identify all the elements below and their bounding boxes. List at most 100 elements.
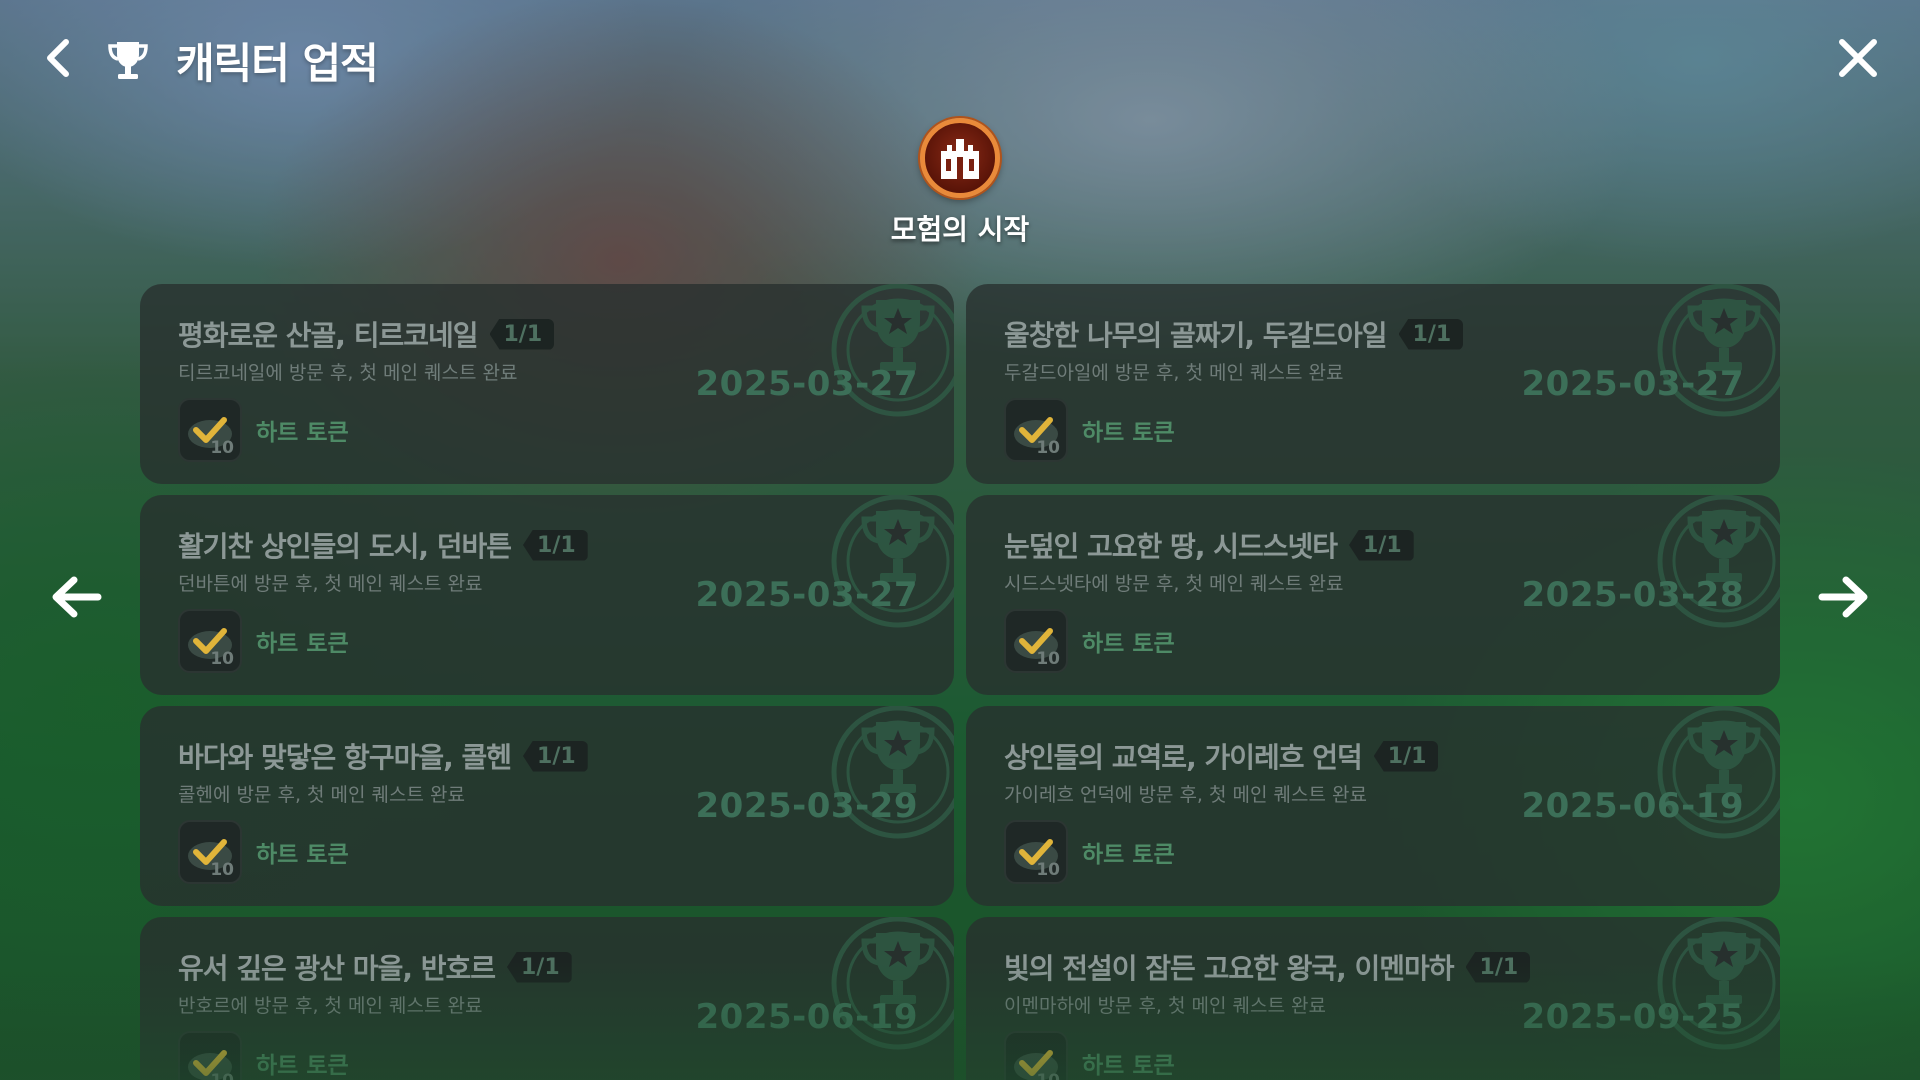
achievement-card[interactable]: 상인들의 교역로, 가이레흐 언덕 1/1 가이레흐 언덕에 방문 후, 첫 메인 …: [966, 706, 1780, 906]
trophy-watermark-icon: [818, 284, 954, 428]
achievement-date: 2025-03-29: [695, 786, 918, 826]
achievement-progress: 1/1: [1349, 529, 1414, 561]
trophy-watermark-icon: [1644, 284, 1780, 428]
achievement-card[interactable]: 눈덮인 고요한 땅, 시드스넷타 1/1 시드스넷타에 방문 후, 첫 메인 퀘스트…: [966, 495, 1780, 695]
reward-quantity: 10: [1036, 649, 1060, 669]
back-button[interactable]: [38, 36, 78, 80]
page-title: 캐릭터 업적: [176, 39, 379, 88]
castle-icon: [941, 139, 979, 179]
achievement-description: 티르코네일에 방문 후, 첫 메인 퀘스트 완료: [178, 362, 518, 384]
achievement-progress: 1/1: [507, 951, 572, 983]
arrow-right-icon: [1818, 576, 1868, 618]
reward-quantity: 10: [1036, 860, 1060, 880]
reward-quantity: 10: [1036, 438, 1060, 458]
heart-token-icon: 10: [1004, 398, 1068, 462]
achievement-reward: 10 하트 토큰: [178, 609, 349, 673]
next-category-button[interactable]: [1816, 572, 1872, 622]
achievement-reward: 10 하트 토큰: [1004, 609, 1175, 673]
reward-name: 하트 토큰: [1082, 420, 1175, 446]
heart-token-icon: 10: [178, 609, 242, 673]
achievement-title: 눈덮인 고요한 땅, 시드스넷타: [1004, 530, 1338, 563]
achievement-title: 상인들의 교역로, 가이레흐 언덕: [1004, 741, 1363, 774]
heart-token-icon: 10: [178, 820, 242, 884]
achievement-reward: 10 하트 토큰: [1004, 398, 1175, 462]
heart-token-icon: 10: [1004, 1031, 1068, 1080]
achievement-progress: 1/1: [523, 529, 588, 561]
trophy-watermark-icon: [818, 917, 954, 1061]
reward-name: 하트 토큰: [256, 420, 349, 446]
achievement-description: 던바튼에 방문 후, 첫 메인 퀘스트 완료: [178, 573, 483, 595]
chevron-left-icon: [47, 39, 69, 77]
achievement-title: 빛의 전설이 잠든 고요한 왕국, 이멘마하: [1004, 952, 1455, 985]
reward-name: 하트 토큰: [256, 631, 349, 657]
trophy-watermark-icon: [1644, 706, 1780, 850]
achievement-description: 이멘마하에 방문 후, 첫 메인 퀘스트 완료: [1004, 995, 1326, 1017]
reward-name: 하트 토큰: [256, 842, 349, 868]
heart-token-icon: 10: [1004, 609, 1068, 673]
achievement-card[interactable]: 빛의 전설이 잠든 고요한 왕국, 이멘마하 1/1 이멘마하에 방문 후, 첫 메…: [966, 917, 1780, 1080]
top-bar: 캐릭터 업적: [0, 0, 1920, 120]
category-name: 모험의 시작: [890, 213, 1030, 246]
achievement-description: 콜헨에 방문 후, 첫 메인 퀘스트 완료: [178, 784, 465, 806]
reward-quantity: 10: [210, 649, 234, 669]
achievement-reward: 10 하트 토큰: [1004, 1031, 1175, 1080]
achievement-card[interactable]: 울창한 나무의 골짜기, 두갈드아일 1/1 두갈드아일에 방문 후, 첫 메인 퀘…: [966, 284, 1780, 484]
achievement-progress: 1/1: [1373, 740, 1439, 772]
achievement-reward: 10 하트 토큰: [1004, 820, 1175, 884]
achievement-date: 2025-06-19: [695, 997, 918, 1037]
achievement-card[interactable]: 유서 깊은 광산 마을, 반호르 1/1 반호르에 방문 후, 첫 메인 퀘스트 완…: [140, 917, 954, 1080]
achievement-progress: 1/1: [1465, 951, 1531, 983]
achievement-title-row: 평화로운 산골, 티르코네일 1/1: [178, 314, 555, 354]
achievement-progress: 1/1: [1398, 318, 1464, 350]
achievement-card[interactable]: 활기찬 상인들의 도시, 던바튼 1/1 던바튼에 방문 후, 첫 메인 퀘스트 완…: [140, 495, 954, 695]
reward-quantity: 10: [210, 438, 234, 458]
achievement-title: 울창한 나무의 골짜기, 두갈드아일: [1004, 319, 1388, 352]
reward-quantity: 10: [210, 1071, 234, 1080]
reward-name: 하트 토큰: [1082, 1053, 1175, 1079]
achievement-progress: 1/1: [523, 740, 588, 772]
achievement-title-row: 유서 깊은 광산 마을, 반호르 1/1: [178, 947, 572, 987]
arrow-left-icon: [52, 576, 102, 618]
achievement-progress: 1/1: [489, 318, 555, 350]
category-header: 모험의 시작: [0, 118, 1920, 248]
reward-quantity: 10: [1036, 1071, 1060, 1080]
close-button[interactable]: [1834, 34, 1882, 82]
achievement-title-row: 바다와 맞닿은 항구마을, 콜헨 1/1: [178, 736, 588, 776]
trophy-watermark-icon: [818, 495, 954, 639]
achievement-title-row: 빛의 전설이 잠든 고요한 왕국, 이멘마하 1/1: [1004, 947, 1531, 987]
achievement-date: 2025-09-25: [1521, 997, 1744, 1037]
achievement-title-row: 상인들의 교역로, 가이레흐 언덕 1/1: [1004, 736, 1439, 776]
achievement-description: 가이레흐 언덕에 방문 후, 첫 메인 퀘스트 완료: [1004, 784, 1367, 806]
heart-token-icon: 10: [178, 398, 242, 462]
achievement-title: 활기찬 상인들의 도시, 던바튼: [178, 530, 512, 563]
achievement-card[interactable]: 평화로운 산골, 티르코네일 1/1 티르코네일에 방문 후, 첫 메인 퀘스트 완…: [140, 284, 954, 484]
achievement-date: 2025-03-27: [695, 575, 918, 615]
reward-name: 하트 토큰: [1082, 631, 1175, 657]
achievement-reward: 10 하트 토큰: [178, 820, 349, 884]
achievement-date: 2025-03-27: [695, 364, 918, 404]
achievement-grid[interactable]: 평화로운 산골, 티르코네일 1/1 티르코네일에 방문 후, 첫 메인 퀘스트 완…: [140, 284, 1780, 1080]
achievement-description: 두갈드아일에 방문 후, 첫 메인 퀘스트 완료: [1004, 362, 1344, 384]
heart-token-icon: 10: [1004, 820, 1068, 884]
achievement-title-row: 눈덮인 고요한 땅, 시드스넷타 1/1: [1004, 525, 1414, 565]
achievement-title-row: 울창한 나무의 골짜기, 두갈드아일 1/1: [1004, 314, 1464, 354]
trophy-watermark-icon: [818, 706, 954, 850]
achievement-reward: 10 하트 토큰: [178, 1031, 349, 1080]
achievement-card[interactable]: 바다와 맞닿은 항구마을, 콜헨 1/1 콜헨에 방문 후, 첫 메인 퀘스트 완료…: [140, 706, 954, 906]
trophy-watermark-icon: [1644, 917, 1780, 1061]
category-emblem: [920, 118, 1000, 198]
achievement-description: 반호르에 방문 후, 첫 메인 퀘스트 완료: [178, 995, 483, 1017]
achievement-title: 바다와 맞닿은 항구마을, 콜헨: [178, 741, 512, 774]
close-icon: [1839, 39, 1877, 77]
prev-category-button[interactable]: [48, 572, 104, 622]
trophy-watermark-icon: [1644, 495, 1780, 639]
achievement-title-row: 활기찬 상인들의 도시, 던바튼 1/1: [178, 525, 588, 565]
achievement-date: 2025-06-19: [1521, 786, 1744, 826]
heart-token-icon: 10: [178, 1031, 242, 1080]
achievement-title: 평화로운 산골, 티르코네일: [178, 319, 478, 352]
achievement-date: 2025-03-27: [1521, 364, 1744, 404]
trophy-icon: [104, 36, 152, 84]
reward-name: 하트 토큰: [1082, 842, 1175, 868]
reward-name: 하트 토큰: [256, 1053, 349, 1079]
achievement-description: 시드스넷타에 방문 후, 첫 메인 퀘스트 완료: [1004, 573, 1344, 595]
